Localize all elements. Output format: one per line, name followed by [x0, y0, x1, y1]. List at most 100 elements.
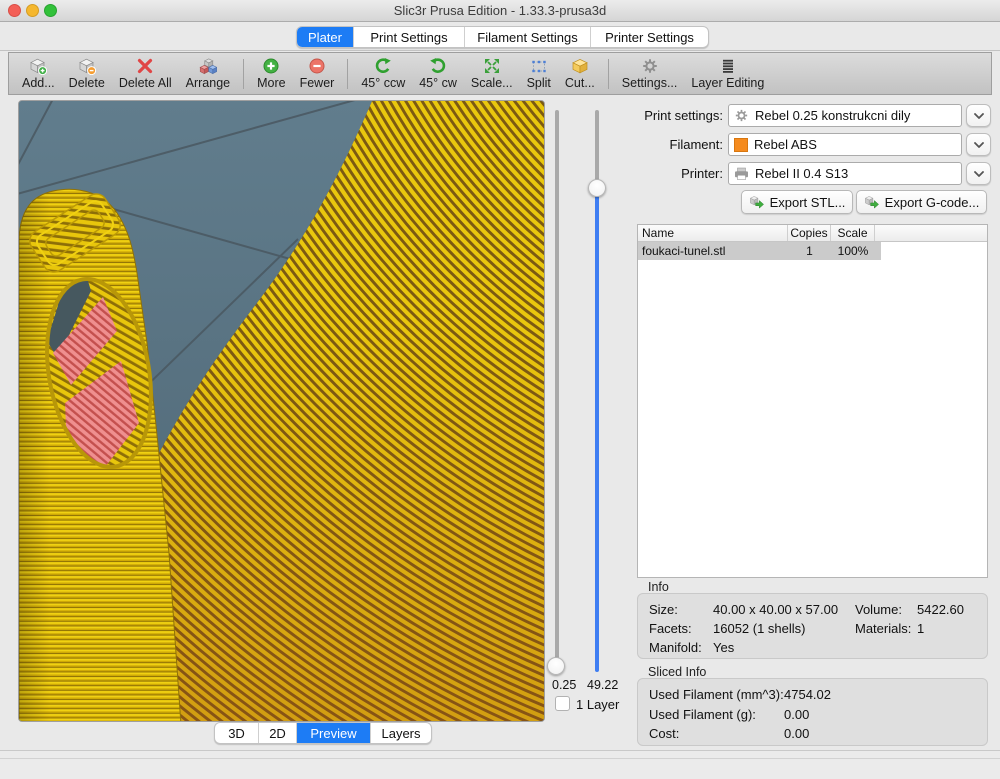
layer-editing-button[interactable]: Layer Editing [684, 55, 771, 93]
tab-plater[interactable]: Plater [297, 27, 354, 47]
printer-select[interactable]: Rebel II 0.4 S13 [728, 162, 962, 185]
settings-button[interactable]: Settings... [615, 55, 685, 93]
box-minus-icon [78, 57, 96, 75]
chevron-down-icon [974, 170, 984, 178]
print-settings-dropdown-button[interactable] [966, 104, 991, 127]
scale-arrows-icon [483, 57, 501, 75]
volume-value: 5422.60 [917, 602, 964, 617]
sliced-info-section-title: Sliced Info [648, 665, 706, 679]
filament-color-swatch [734, 138, 748, 152]
split-button[interactable]: Split [520, 55, 558, 93]
green-plus-circle-icon [262, 57, 280, 75]
printer-label: Printer: [620, 166, 723, 181]
fewer-button[interactable]: Fewer [293, 55, 342, 93]
print-settings-select[interactable]: Rebel 0.25 konstrukcni dily [728, 104, 962, 127]
main-tab-bar: Plater Print Settings Filament Settings … [296, 26, 709, 48]
red-x-icon [136, 57, 154, 75]
object-scale: 100% [831, 244, 875, 258]
tab-filament-settings[interactable]: Filament Settings [465, 27, 591, 47]
delete-all-button[interactable]: Delete All [112, 55, 179, 93]
yellow-box-icon [571, 57, 589, 75]
view-tab-layers[interactable]: Layers [371, 723, 431, 743]
export-box-icon [749, 194, 765, 210]
add-button[interactable]: Add... [15, 55, 62, 93]
layer-slider-high-thumb[interactable] [588, 179, 606, 197]
cut-button[interactable]: Cut... [558, 55, 602, 93]
manifold-label: Manifold: [649, 640, 702, 655]
export-box-icon [864, 194, 880, 210]
box-plus-icon [29, 57, 47, 75]
layer-slider-min-value: 0.25 [552, 678, 576, 692]
toolbar-separator [608, 59, 609, 89]
facets-value: 16052 (1 shells) [713, 621, 806, 636]
used-filament-g-value: 0.00 [784, 707, 809, 722]
export-gcode-button[interactable]: Export G-code... [856, 190, 987, 214]
toolbar: Add... Delete Delete All [8, 52, 992, 95]
status-bar-divider [0, 758, 1000, 759]
cubes-icon [199, 57, 217, 75]
rotate-ccw-button[interactable]: 45° ccw [354, 55, 412, 93]
preview-3d-viewport[interactable] [18, 100, 545, 722]
manifold-value: Yes [713, 640, 734, 655]
export-stl-button[interactable]: Export STL... [741, 190, 853, 214]
tab-printer-settings[interactable]: Printer Settings [591, 27, 708, 47]
window-title: Slic3r Prusa Edition - 1.33.3-prusa3d [0, 3, 1000, 18]
tab-print-settings[interactable]: Print Settings [354, 27, 465, 47]
red-minus-circle-icon [308, 57, 326, 75]
one-layer-checkbox-label: 1 Layer [576, 697, 619, 712]
volume-label: Volume: [855, 602, 902, 617]
toolbar-top-divider [0, 50, 1000, 51]
sliced-model-preview [19, 101, 545, 722]
cost-label: Cost: [649, 726, 679, 741]
scale-button[interactable]: Scale... [464, 55, 520, 93]
rotate-cw-button[interactable]: 45° cw [412, 55, 464, 93]
size-value: 40.00 x 40.00 x 57.00 [713, 602, 838, 617]
materials-label: Materials: [855, 621, 911, 636]
view-mode-tab-bar: 3D 2D Preview Layers [214, 722, 432, 744]
layer-slider-low-thumb[interactable] [547, 657, 565, 675]
column-header-name[interactable]: Name [638, 225, 788, 241]
rotate-cw-icon [429, 57, 447, 75]
arrange-button[interactable]: Arrange [179, 55, 237, 93]
cost-value: 0.00 [784, 726, 809, 741]
rotate-ccw-icon [374, 57, 392, 75]
layer-range-slider-low[interactable] [555, 110, 559, 672]
view-tab-preview[interactable]: Preview [297, 723, 371, 743]
printer-value: Rebel II 0.4 S13 [755, 166, 848, 181]
object-list-table[interactable]: Name Copies Scale foukaci-tunel.stl 1 10… [637, 224, 988, 578]
table-header: Name Copies Scale [638, 225, 987, 242]
table-row[interactable]: foukaci-tunel.stl 1 100% [638, 242, 881, 260]
column-header-scale[interactable]: Scale [831, 225, 875, 241]
printer-dropdown-button[interactable] [966, 162, 991, 185]
facets-label: Facets: [649, 621, 692, 636]
layer-stack-icon [719, 57, 737, 75]
filament-select[interactable]: Rebel ABS [728, 133, 962, 156]
delete-button[interactable]: Delete [62, 55, 112, 93]
split-squares-icon [530, 57, 548, 75]
materials-value: 1 [917, 621, 924, 636]
printer-icon [734, 167, 749, 181]
one-layer-checkbox[interactable] [555, 696, 570, 711]
window-bottom-strip [0, 751, 1000, 779]
sliced-info-box: Used Filament (mm^3): 4754.02 Used Filam… [637, 678, 988, 746]
object-name: foukaci-tunel.stl [638, 244, 788, 258]
layer-slider-fill [595, 190, 599, 672]
gear-icon [734, 108, 749, 123]
filament-value: Rebel ABS [754, 137, 817, 152]
view-tab-3d[interactable]: 3D [215, 723, 259, 743]
layer-slider-max-value: 49.22 [587, 678, 618, 692]
filament-dropdown-button[interactable] [966, 133, 991, 156]
column-header-copies[interactable]: Copies [788, 225, 831, 241]
info-section-title: Info [648, 580, 669, 594]
toolbar-separator [347, 59, 348, 89]
chevron-down-icon [974, 141, 984, 149]
info-box: Size: 40.00 x 40.00 x 57.00 Volume: 5422… [637, 593, 988, 659]
toolbar-separator [243, 59, 244, 89]
view-tab-2d[interactable]: 2D [259, 723, 297, 743]
export-stl-label: Export STL... [770, 195, 846, 210]
used-filament-mm3-label: Used Filament (mm^3): [649, 687, 784, 702]
print-settings-value: Rebel 0.25 konstrukcni dily [755, 108, 910, 123]
titlebar: Slic3r Prusa Edition - 1.33.3-prusa3d [0, 0, 1000, 22]
more-button[interactable]: More [250, 55, 292, 93]
layer-range-slider-high[interactable] [595, 110, 599, 190]
